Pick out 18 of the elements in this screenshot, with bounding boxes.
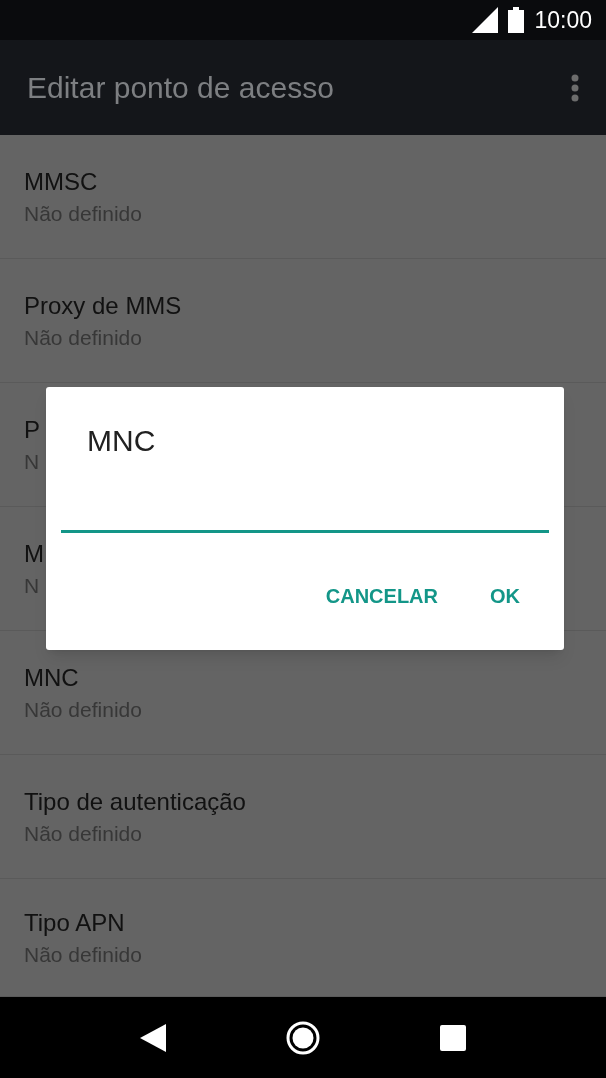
battery-icon: [508, 7, 525, 33]
more-options-icon[interactable]: [570, 72, 580, 103]
setting-title: Tipo APN: [24, 907, 125, 938]
app-bar-title: Editar ponto de acesso: [27, 70, 334, 106]
setting-title: M: [24, 538, 44, 569]
dialog-button[interactable]: CANCELAR: [311, 573, 452, 619]
dialog-button[interactable]: OK: [476, 573, 534, 619]
setting-title: Tipo de autenticação: [24, 786, 246, 817]
status-time: 10:00: [534, 5, 592, 35]
setting-title: MMSC: [24, 166, 98, 197]
dialog-title: MNC: [87, 423, 156, 459]
home-icon[interactable]: [285, 1019, 321, 1056]
setting-title: P: [24, 414, 40, 445]
setting-title: Proxy de MMS: [24, 290, 182, 321]
back-icon[interactable]: [139, 1023, 166, 1052]
recents-icon[interactable]: [440, 1024, 467, 1051]
setting-title: MNC: [24, 662, 79, 693]
signal-icon: [472, 7, 499, 33]
